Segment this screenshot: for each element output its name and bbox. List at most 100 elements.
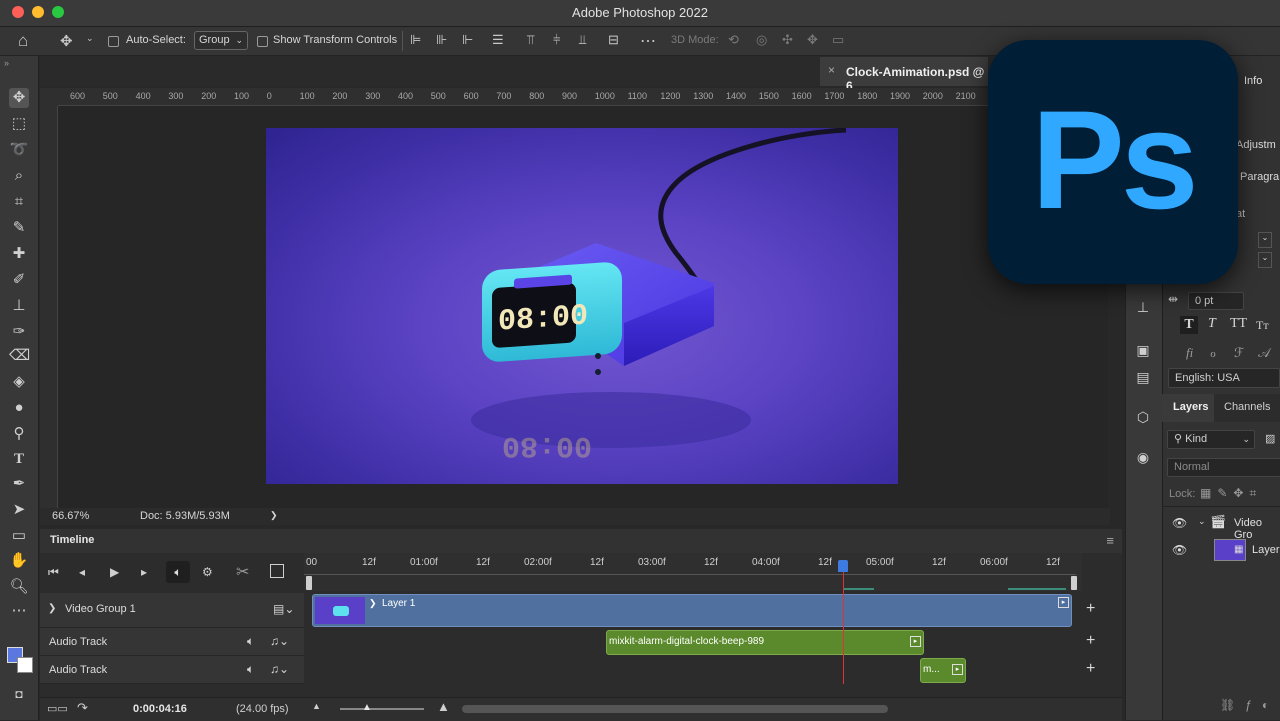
track-header-video-group[interactable]: ❯ Video Group 1 ▤⌄ xyxy=(40,593,304,628)
play-icon[interactable]: ▶ xyxy=(110,565,119,579)
work-area-end-handle[interactable] xyxy=(1071,576,1077,590)
tracking-field[interactable]: 0 pt xyxy=(1188,292,1244,310)
film-strip-icon[interactable]: ▤⌄ xyxy=(273,602,294,616)
clip-menu-icon[interactable]: ▸ xyxy=(952,664,963,675)
background-color-swatch[interactable] xyxy=(17,657,33,673)
first-frame-icon[interactable]: ⏮ xyxy=(48,565,59,580)
layers-footer-icons[interactable]: ⛓ƒ◐ xyxy=(1220,698,1279,712)
close-tab-icon[interactable]: × xyxy=(828,63,835,77)
audio-clip-2[interactable]: m... ▸ xyxy=(920,658,966,683)
split-scissors-icon[interactable]: ✂ xyxy=(236,562,249,582)
panel-menu-icon[interactable]: ≡ xyxy=(1106,533,1114,548)
tab-document[interactable]: × Clock-Amimation.psd @ 6 xyxy=(820,57,988,93)
path-select-icon[interactable]: ➤ xyxy=(9,500,29,520)
transition-icon[interactable] xyxy=(270,564,284,578)
hand-tool-icon[interactable]: ✋ xyxy=(9,551,29,571)
zoom-tool-icon[interactable]: 🔍︎ xyxy=(9,577,29,597)
book-panel-icon[interactable]: ▣ xyxy=(1134,341,1152,359)
align-top-icon[interactable]: ⫪ xyxy=(527,32,534,48)
ligature-button[interactable]: fi xyxy=(1186,345,1193,361)
blur-tool-icon[interactable]: ● xyxy=(9,398,29,418)
render-video-icon[interactable]: ↷ xyxy=(77,700,88,716)
align-right-icon[interactable]: ⊩ xyxy=(462,32,473,48)
speaker-icon[interactable]: 🔈︎ xyxy=(247,634,254,649)
work-area-start-handle[interactable] xyxy=(306,576,312,590)
adjustments-panel-icon[interactable]: ◉ xyxy=(1134,448,1152,466)
chevron-down-icon[interactable]: ⌄ xyxy=(1258,232,1272,248)
status-menu-arrow[interactable]: ❯ xyxy=(270,510,278,521)
all-caps-button[interactable]: TT xyxy=(1230,316,1247,332)
collapse-icon[interactable]: » xyxy=(4,58,9,68)
quick-select-tool-icon[interactable]: ⌕ xyxy=(9,166,29,186)
stamp-tool-icon[interactable]: ⊥ xyxy=(9,296,29,316)
add-media-button[interactable]: + xyxy=(1086,600,1095,618)
frame-mode-icon[interactable]: ▭▭ xyxy=(47,702,68,715)
show-transform-checkbox[interactable] xyxy=(257,36,268,47)
lock-icons[interactable]: ▦✎✥⌗ xyxy=(1200,486,1262,501)
image-filter-icon[interactable]: ▨ xyxy=(1265,432,1275,445)
document-canvas[interactable]: 08:00 08:00 xyxy=(266,128,898,484)
stamp-panel-icon[interactable]: ⊥ xyxy=(1134,298,1152,316)
chevron-down-icon[interactable]: ⌄ xyxy=(1198,516,1206,527)
history-brush-icon[interactable]: ✑ xyxy=(9,322,29,342)
dodge-tool-icon[interactable]: ⚲ xyxy=(9,424,29,444)
kind-filter-dropdown[interactable]: ⚲ Kind ⌄ xyxy=(1167,430,1255,449)
cube-3d-icon[interactable]: ⬡ xyxy=(1134,408,1152,426)
layer-row-video-group[interactable]: 👁︎ ⌄ 🎬︎ Video Gro xyxy=(1162,510,1280,541)
next-frame-icon[interactable]: ▸ xyxy=(141,565,147,579)
mute-audio-icon[interactable]: 🔈︎ xyxy=(166,561,190,583)
clip-menu-icon[interactable]: ▸ xyxy=(910,636,921,647)
zoom-slider-thumb[interactable]: ▲ xyxy=(362,702,372,713)
distribute-icon[interactable]: ☰ xyxy=(492,32,504,48)
align-middle-icon[interactable]: ⫩ xyxy=(553,32,560,48)
healing-brush-icon[interactable]: ✚ xyxy=(9,244,29,264)
discretionary-ligature-button[interactable]: ℴ xyxy=(1210,345,1216,361)
quick-mask-icon[interactable]: ◘ xyxy=(9,684,29,704)
crop-tool-icon[interactable]: ⌗ xyxy=(9,192,29,212)
eye-icon[interactable]: 👁︎ xyxy=(1172,543,1187,557)
timeline-scrollbar[interactable] xyxy=(462,705,888,713)
slide-3d-icon[interactable]: ✥ xyxy=(807,32,818,48)
playhead-handle[interactable] xyxy=(838,560,848,572)
brush-tool-icon[interactable]: ✐ xyxy=(9,270,29,290)
audio-clip-1[interactable]: mixkit-alarm-digital-clock-beep-989 ▸ xyxy=(606,630,924,655)
align-center-icon[interactable]: ⊪ xyxy=(436,32,447,48)
home-icon[interactable]: ⌂ xyxy=(18,31,28,51)
layer-row-layer-1[interactable]: 👁︎ ▦ Layer xyxy=(1162,536,1280,564)
add-audio-button[interactable]: + xyxy=(1086,660,1095,678)
zoom-out-mountain-icon[interactable]: ▲ xyxy=(312,701,321,711)
paragraph-panel-label[interactable]: Paragra xyxy=(1240,171,1279,183)
current-timecode[interactable]: 0:00:04:16 xyxy=(133,703,187,715)
language-dropdown[interactable]: English: USA xyxy=(1168,368,1280,388)
auto-select-checkbox[interactable] xyxy=(108,36,119,47)
track-header-audio-2[interactable]: Audio Track 🔈︎ ♫⌄ xyxy=(40,656,304,684)
tab-info[interactable]: Info xyxy=(1244,75,1262,87)
marquee-tool-icon[interactable]: ⬚ xyxy=(9,114,29,134)
move-tool-icon[interactable]: ✥ xyxy=(60,32,73,50)
faux-bold-button[interactable]: T xyxy=(1180,316,1198,334)
music-note-icon[interactable]: ♫⌄ xyxy=(270,634,289,648)
blend-mode-dropdown[interactable]: Normal xyxy=(1167,458,1280,477)
eraser-tool-icon[interactable]: ⌫ xyxy=(9,346,30,366)
lasso-tool-icon[interactable]: ➰ xyxy=(9,140,29,160)
rectangle-tool-icon[interactable]: ▭ xyxy=(9,526,29,546)
chevron-down-icon[interactable]: ⌄ xyxy=(1258,252,1272,268)
eye-icon[interactable]: 👁︎ xyxy=(1172,516,1187,530)
expand-chevron-icon[interactable]: ❯ xyxy=(48,603,56,614)
speaker-icon[interactable]: 🔈︎ xyxy=(247,662,254,677)
prev-frame-icon[interactable]: ◂ xyxy=(79,565,85,579)
pan-3d-icon[interactable]: ✣ xyxy=(782,32,793,48)
paint-bucket-icon[interactable]: ◈ xyxy=(9,372,29,392)
move-tool-icon[interactable]: ✥ xyxy=(9,88,29,108)
clip-menu-icon[interactable]: ▸ xyxy=(1058,597,1069,608)
auto-select-dropdown[interactable]: Group ⌄ xyxy=(194,31,248,50)
tab-layers[interactable]: Layers xyxy=(1173,401,1208,413)
music-note-icon[interactable]: ♫⌄ xyxy=(270,662,289,676)
document-panel-icon[interactable]: ▤ xyxy=(1134,368,1152,386)
type-tool-icon[interactable]: T xyxy=(9,449,29,469)
video-clip[interactable]: ❯ Layer 1 ▸ xyxy=(312,594,1072,627)
swash-button[interactable]: ℱ xyxy=(1234,345,1244,361)
zoom-in-mountain-icon[interactable]: ▲ xyxy=(437,699,450,714)
orbit-3d-icon[interactable]: ⟲ xyxy=(728,32,739,48)
stylistic-button[interactable]: 𝒜 xyxy=(1258,345,1270,361)
